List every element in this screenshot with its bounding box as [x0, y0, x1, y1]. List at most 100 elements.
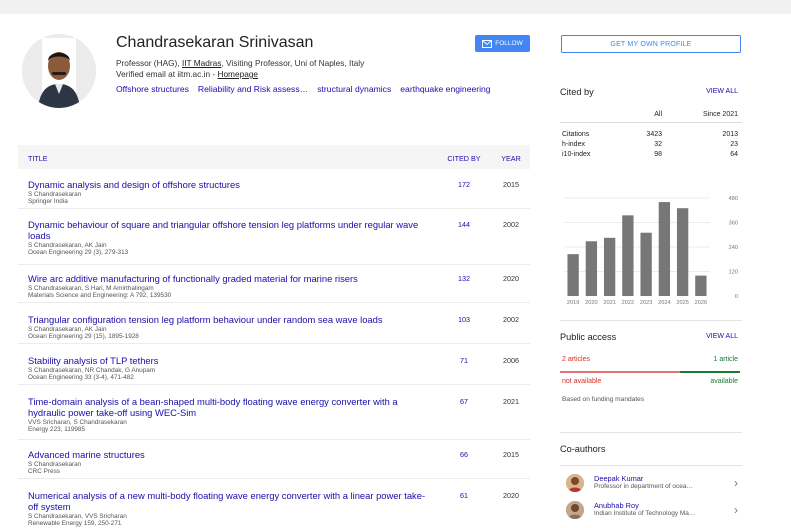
y-tick-label: 360: [729, 221, 738, 227]
interest-link[interactable]: Reliability and Risk assess…: [198, 84, 308, 94]
x-tick-label: 2024: [658, 300, 670, 306]
article-row: Advanced marine structures S Chandraseka…: [18, 449, 530, 479]
article-cited-by[interactable]: 144: [438, 220, 490, 229]
x-tick-label: 2025: [676, 300, 688, 306]
cited-by-panel: Cited by VIEW ALL All Since 2021 Citatio…: [560, 87, 742, 158]
coauthor-name[interactable]: Anubhab Roy: [594, 501, 639, 510]
article-title[interactable]: Dynamic analysis and design of offshore …: [28, 179, 433, 190]
sort-by-cited[interactable]: CITED BY: [438, 154, 490, 163]
article-year: 2020: [503, 491, 519, 500]
profile-affiliation: Professor (HAG), IIT Madras, Visiting Pr…: [116, 58, 364, 68]
article-venue: Ocean Engineering 33 (3-4), 471-482: [28, 374, 134, 381]
article-venue: CRC Press: [28, 468, 60, 475]
section-divider: [560, 465, 742, 466]
y-tick-label: 240: [729, 245, 738, 251]
section-divider: [560, 432, 742, 433]
stats-label: i10-index: [562, 151, 591, 158]
citation-bar-2026[interactable]: [695, 275, 707, 296]
chevron-right-icon[interactable]: ›: [734, 476, 738, 490]
article-cited-by[interactable]: 103: [438, 315, 490, 324]
article-year: 2021: [503, 397, 519, 406]
available-count[interactable]: 1 article: [713, 356, 738, 363]
affiliation-prefix: Professor (HAG),: [116, 58, 182, 68]
coauthor-item[interactable]: Anubhab Roy Indian Institute of Technolo…: [560, 501, 742, 523]
chevron-right-icon[interactable]: ›: [734, 503, 738, 517]
scholar-profile-page: Chandrasekaran Srinivasan Professor (HAG…: [0, 14, 791, 527]
coauthors-title: Co-authors: [560, 444, 606, 454]
not-available-bar: [560, 371, 680, 373]
article-title[interactable]: Wire arc additive manufacturing of funct…: [28, 273, 433, 284]
affiliation-suffix: , Visiting Professor, Uni of Naples, Ita…: [221, 58, 365, 68]
citation-bar-2024[interactable]: [658, 202, 671, 296]
stats-col-all: All: [654, 111, 662, 118]
article-row: Stability analysis of TLP tethers S Chan…: [18, 355, 530, 385]
stats-label: Citations: [562, 131, 590, 138]
follow-label: FOLLOW: [495, 40, 523, 47]
coauthor-affiliation: Indian Institute of Technology Ma…: [594, 510, 696, 517]
stats-value-all: 3423: [646, 131, 662, 138]
not-available-count[interactable]: 2 articles: [562, 356, 590, 363]
citation-bar-2021[interactable]: [603, 237, 616, 296]
article-title[interactable]: Triangular configuration tension leg pla…: [28, 314, 433, 325]
article-venue: Materials Science and Engineering: A 792…: [28, 292, 172, 299]
coauthor-name[interactable]: Deepak Kumar: [594, 474, 643, 483]
article-title[interactable]: Numerical analysis of a new multi-body f…: [28, 490, 433, 512]
coauthors-panel: Co-authors: [560, 444, 742, 454]
citation-bar-2023[interactable]: [640, 232, 652, 296]
article-row: Wire arc additive manufacturing of funct…: [18, 273, 530, 303]
y-tick-label: 480: [729, 196, 738, 202]
article-cited-by[interactable]: 132: [438, 274, 490, 283]
interest-link[interactable]: Offshore structures: [116, 84, 189, 94]
stats-header: All Since 2021: [560, 109, 742, 123]
article-cited-by[interactable]: 67: [438, 397, 490, 406]
article-row: Numerical analysis of a new multi-body f…: [18, 490, 530, 527]
citation-bar-2019[interactable]: [567, 254, 579, 296]
article-cited-by[interactable]: 172: [438, 180, 490, 189]
get-own-profile-button[interactable]: GET MY OWN PROFILE: [561, 35, 741, 53]
available-label: available: [710, 378, 738, 385]
profile-name: Chandrasekaran Srinivasan: [116, 34, 314, 51]
article-title[interactable]: Stability analysis of TLP tethers: [28, 355, 433, 366]
article-cited-by[interactable]: 66: [438, 450, 490, 459]
article-cited-by[interactable]: 61: [438, 491, 490, 500]
citation-bar-2025[interactable]: [676, 208, 689, 296]
x-tick-label: 2023: [640, 300, 652, 306]
article-year: 2020: [503, 274, 519, 283]
article-year: 2006: [503, 356, 519, 365]
article-venue: Ocean Engineering 29 (3), 279-313: [28, 249, 129, 256]
stats-value-since: 64: [730, 151, 738, 158]
article-title[interactable]: Time-domain analysis of a bean-shaped mu…: [28, 396, 433, 418]
sort-by-title[interactable]: TITLE: [28, 154, 48, 163]
stats-value-all: 98: [654, 151, 662, 158]
citation-bar-2022[interactable]: [622, 215, 634, 296]
homepage-link[interactable]: Homepage: [217, 69, 258, 79]
cited-by-view-all[interactable]: VIEW ALL: [706, 88, 738, 95]
coauthor-item[interactable]: Deepak Kumar Professor in department of …: [560, 474, 742, 496]
interest-link[interactable]: structural dynamics: [317, 84, 391, 94]
mail-icon: [482, 39, 493, 48]
stats-value-since: 2013: [722, 131, 738, 138]
article-row: Triangular configuration tension leg pla…: [18, 314, 530, 344]
public-access-view-all[interactable]: VIEW ALL: [706, 333, 738, 340]
available-bar: [680, 371, 740, 373]
article-year: 2015: [503, 450, 519, 459]
article-cited-by[interactable]: 71: [438, 356, 490, 365]
x-tick-label: 2019: [567, 300, 579, 306]
article-year: 2002: [503, 315, 519, 324]
affiliation-link[interactable]: IIT Madras: [182, 58, 222, 68]
follow-button[interactable]: FOLLOW: [475, 35, 530, 52]
interest-link[interactable]: earthquake engineering: [400, 84, 490, 94]
sort-by-year[interactable]: YEAR: [496, 154, 526, 163]
stats-value-since: 23: [730, 141, 738, 148]
x-tick-label: 2021: [603, 300, 615, 306]
article-row: Time-domain analysis of a bean-shaped mu…: [18, 396, 530, 440]
top-bar: [0, 0, 791, 14]
x-tick-label: 2020: [585, 300, 597, 306]
x-tick-label: 2026: [695, 300, 707, 306]
citation-bar-2020[interactable]: [585, 241, 598, 296]
stats-row-citations: Citations 3423 2013: [560, 131, 742, 141]
funding-mandates-note: Based on funding mandates: [562, 396, 645, 403]
article-title[interactable]: Advanced marine structures: [28, 449, 433, 460]
article-title[interactable]: Dynamic behaviour of square and triangul…: [28, 219, 433, 241]
stats-col-since: Since 2021: [702, 111, 738, 118]
